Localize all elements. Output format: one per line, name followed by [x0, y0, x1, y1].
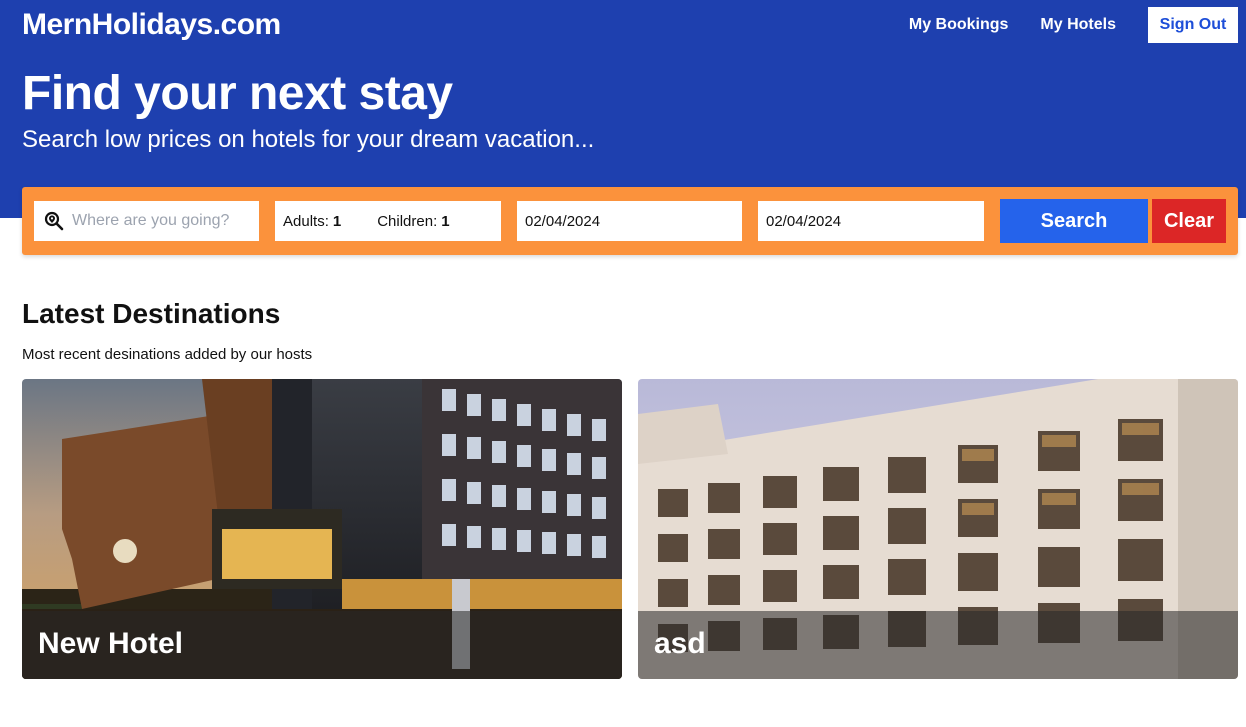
- brand-logo[interactable]: MernHolidays.com: [22, 8, 281, 42]
- hero-subtitle: Search low prices on hotels for your dre…: [22, 126, 595, 153]
- adults-stepper[interactable]: Adults: 1: [283, 213, 341, 230]
- search-bar: Adults: 1 Children: 1 02/04/2024 02/04/2…: [22, 187, 1238, 255]
- hotel-name: asd: [654, 627, 706, 660]
- check-out-date[interactable]: 02/04/2024: [766, 213, 841, 230]
- latest-destinations-title: Latest Destinations: [22, 298, 281, 329]
- sign-out-button[interactable]: Sign Out: [1148, 7, 1238, 43]
- adults-count[interactable]: 1: [333, 213, 341, 230]
- destination-card[interactable]: New Hotel: [22, 379, 622, 679]
- adults-label: Adults:: [283, 212, 329, 230]
- card-caption: New Hotel: [22, 611, 622, 679]
- clear-button[interactable]: Clear: [1152, 199, 1226, 243]
- top-nav: My Bookings My Hotels Sign Out: [909, 7, 1238, 43]
- hotel-name: New Hotel: [38, 627, 184, 660]
- check-in-date-field[interactable]: 02/04/2024: [517, 201, 742, 241]
- hero-title: Find your next stay: [22, 67, 453, 120]
- destination-card[interactable]: asd: [638, 379, 1238, 679]
- destination-field[interactable]: [34, 201, 259, 241]
- card-caption: asd: [638, 611, 1238, 679]
- latest-destinations-subtitle: Most recent desinations added by our hos…: [22, 346, 313, 363]
- destination-input[interactable]: [72, 212, 252, 230]
- my-bookings-link[interactable]: My Bookings: [909, 16, 1009, 34]
- check-in-date[interactable]: 02/04/2024: [525, 213, 600, 230]
- check-out-date-field[interactable]: 02/04/2024: [758, 201, 984, 241]
- search-button[interactable]: Search: [1000, 199, 1148, 243]
- children-count[interactable]: 1: [441, 213, 449, 230]
- guests-field: Adults: 1 Children: 1: [275, 201, 501, 241]
- my-hotels-link[interactable]: My Hotels: [1040, 16, 1116, 34]
- search-location-icon: [44, 211, 64, 231]
- children-stepper[interactable]: Children: 1: [377, 213, 449, 230]
- children-label: Children:: [377, 212, 438, 230]
